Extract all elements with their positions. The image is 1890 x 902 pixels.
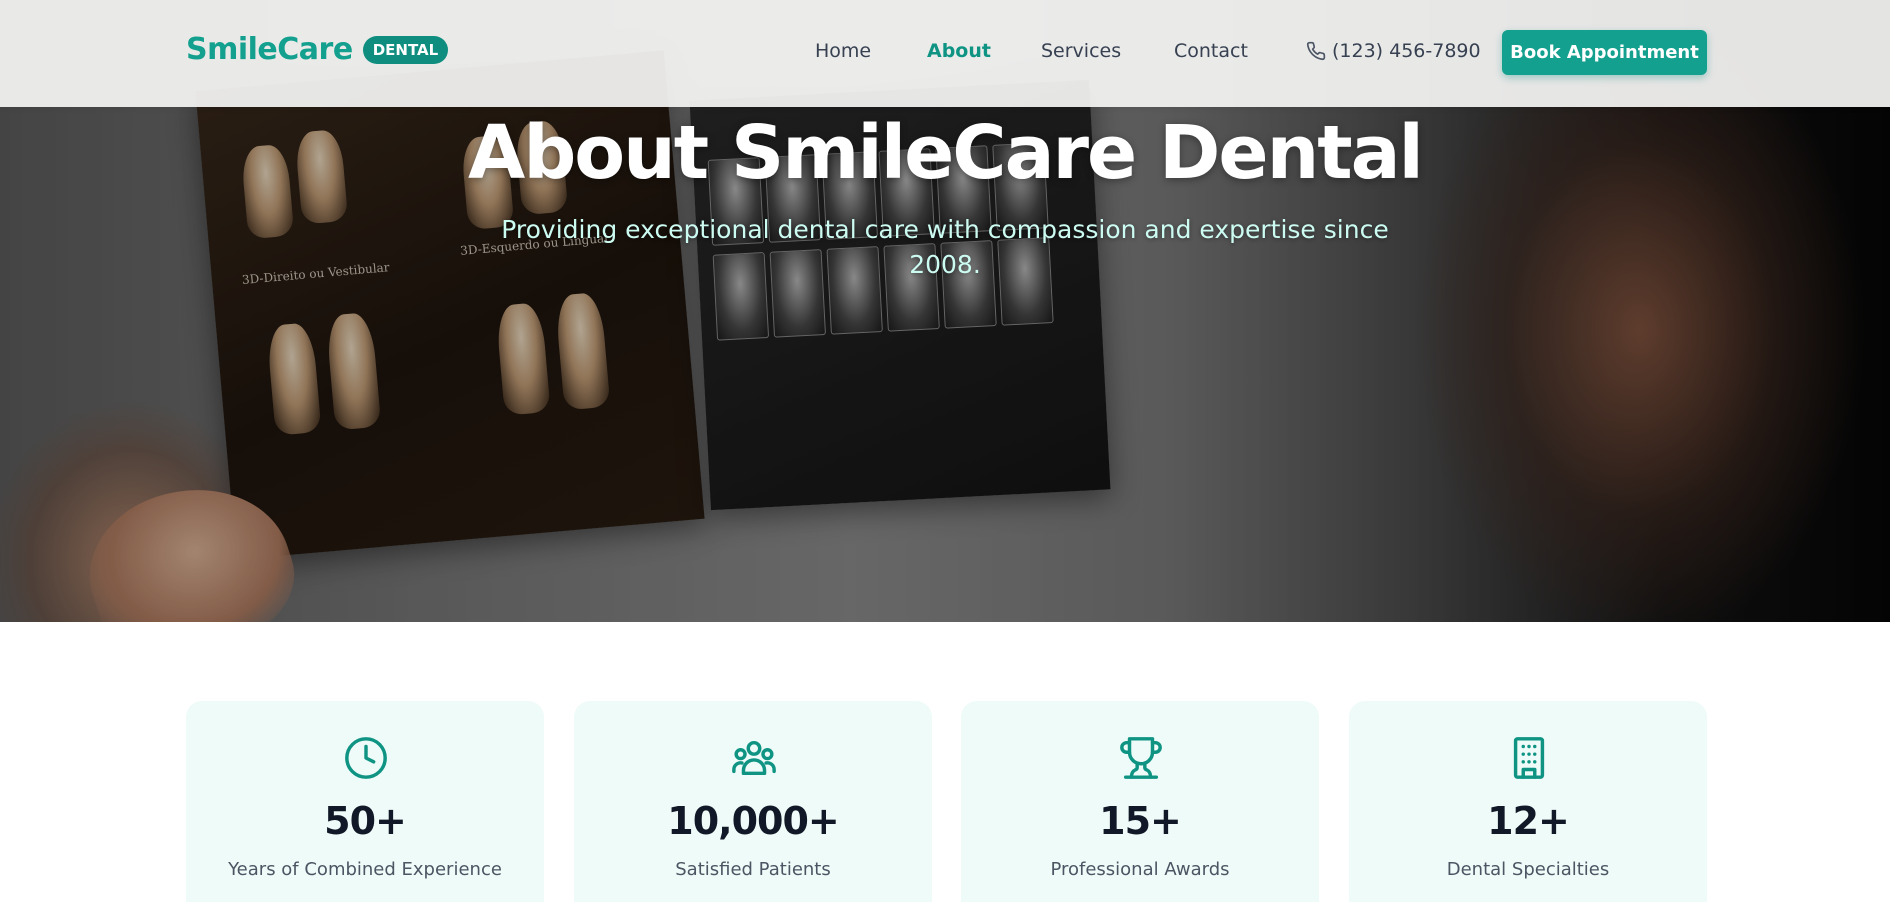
hero-title: About SmileCare Dental	[468, 110, 1424, 196]
nav-item-home[interactable]: Home	[815, 40, 871, 62]
stat-value: 15+	[1099, 799, 1182, 843]
phone-icon	[1306, 41, 1326, 61]
stat-label: Professional Awards	[1050, 859, 1230, 880]
stats-section: 50+ Years of Combined Experience 10,000+…	[186, 701, 1707, 902]
logo-text: SmileCare	[186, 32, 353, 67]
stat-card-specialties: 12+ Dental Specialties	[1349, 701, 1707, 902]
users-icon	[732, 740, 776, 776]
trophy-icon	[1120, 737, 1162, 779]
stat-value: 12+	[1487, 799, 1570, 843]
phone-number: (123) 456-7890	[1332, 40, 1481, 62]
site-header: SmileCare DENTAL Home About Services Con…	[0, 0, 1890, 107]
stat-card-experience: 50+ Years of Combined Experience	[186, 701, 544, 902]
stat-card-awards: 15+ Professional Awards	[961, 701, 1319, 902]
building-icon	[1513, 737, 1545, 779]
logo-badge: DENTAL	[362, 35, 449, 64]
hero-subtitle: Providing exceptional dental care with c…	[501, 215, 1389, 279]
stat-value: 10,000+	[667, 799, 839, 843]
phone-link[interactable]: (123) 456-7890	[1306, 40, 1481, 62]
nav-item-about[interactable]: About	[927, 40, 991, 62]
nav-item-services[interactable]: Services	[1041, 40, 1121, 62]
book-appointment-button[interactable]: Book Appointment	[1502, 30, 1707, 75]
stat-label: Dental Specialties	[1446, 859, 1610, 880]
stat-value: 50+	[324, 799, 407, 843]
nav-item-contact[interactable]: Contact	[1174, 40, 1248, 62]
logo[interactable]: SmileCare DENTAL	[186, 32, 449, 67]
stat-label: Satisfied Patients	[675, 859, 831, 880]
clock-icon	[345, 737, 387, 779]
stat-label: Years of Combined Experience	[228, 859, 502, 880]
stat-card-patients: 10,000+ Satisfied Patients	[574, 701, 932, 902]
